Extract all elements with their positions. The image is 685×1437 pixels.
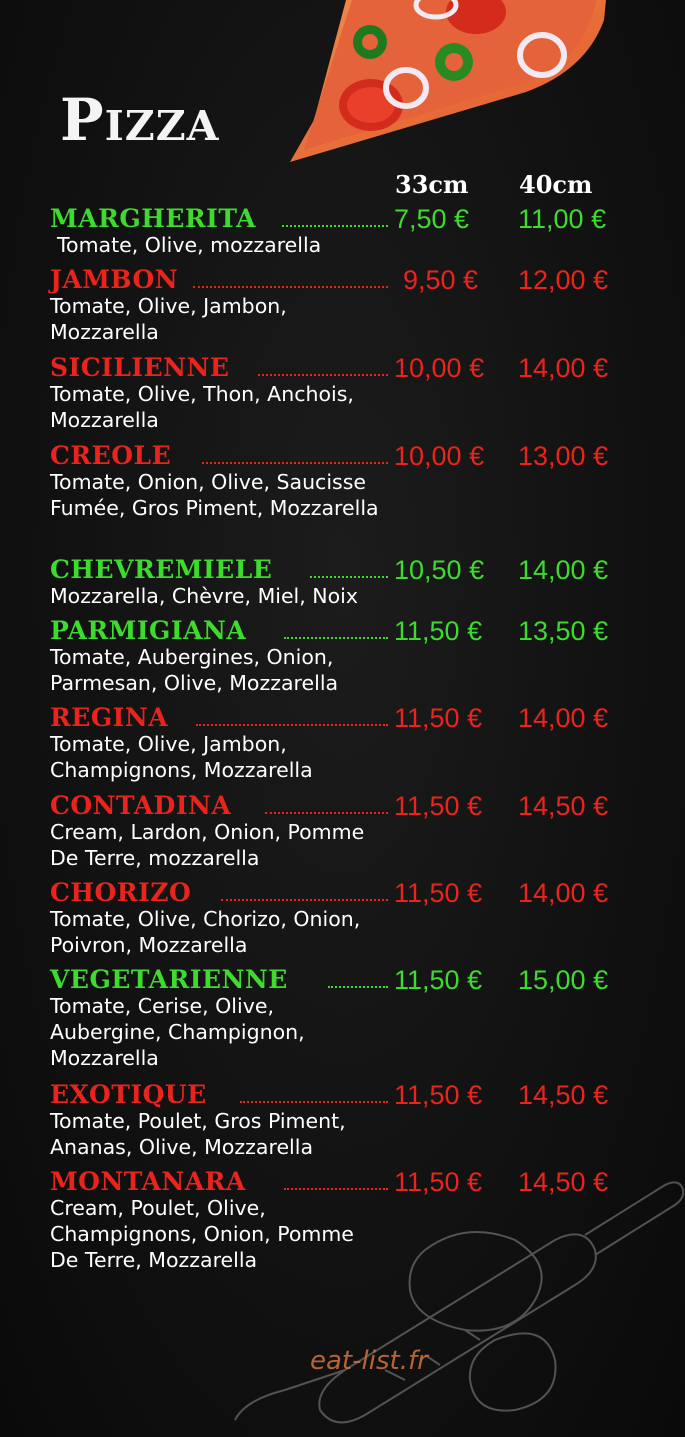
item-name: EXOTIQUE [50,1080,207,1109]
item-description: Cream, Poulet, Olive, Champignons, Onion… [50,1196,354,1272]
price-33cm: 9,50 € [403,265,479,295]
menu-item-jambon: JAMBON 9,50 € 12,00 € Tomate, Olive, Jam… [50,262,670,345]
size-header-40cm: 40cm [519,170,593,199]
item-name: VEGETARIENNE [50,965,288,994]
price-40cm: 11,00 € [518,204,607,234]
item-name: REGINA [50,703,169,732]
price-40cm: 12,00 € [518,265,609,295]
dot-leader [265,802,388,814]
price-40cm: 14,50 € [518,791,609,821]
menu-item-chevremiele: CHEVREMIELE 10,50 € 14,00 € Mozzarella, … [50,552,670,609]
price-33cm: 11,50 € [394,1167,483,1197]
menu-item-regina: REGINA 11,50 € 14,00 € Tomate, Olive, Ja… [50,700,670,783]
menu-page: Pizza 33cm 40cm MARGHERITA 7,50 € 11,00 … [0,0,685,1437]
item-description: Tomate, Olive, Chorizo, Onion, Poivron, … [50,907,361,957]
dot-leader [310,566,388,578]
item-name: JAMBON [50,265,179,294]
price-33cm: 11,50 € [394,965,483,995]
dot-leader [196,714,388,726]
menu-item-chorizo: CHORIZO 11,50 € 14,00 € Tomate, Olive, C… [50,875,670,958]
menu-item-margherita: MARGHERITA 7,50 € 11,00 € Tomate, Olive,… [50,201,670,258]
price-33cm: 10,00 € [394,353,485,383]
price-40cm: 13,50 € [518,616,609,646]
menu-item-montanara: MONTANARA 11,50 € 14,50 € Cream, Poulet,… [50,1164,670,1273]
dot-leader [221,889,388,901]
dot-leader [282,215,388,227]
menu-item-creole: CREOLE 10,00 € 13,00 € Tomate, Onion, Ol… [50,438,670,521]
price-33cm: 10,50 € [394,555,485,585]
dot-leader [284,1178,388,1190]
item-name: CREOLE [50,441,172,470]
price-33cm: 11,50 € [394,878,483,908]
menu-item-parmigiana: PARMIGIANA 11,50 € 13,50 € Tomate, Auber… [50,613,670,696]
watermark: eat-list.fr [310,1346,428,1376]
item-name: PARMIGIANA [50,616,247,645]
item-description: Tomate, Olive, Jambon, Mozzarella [50,294,287,344]
pizza-slice-icon [290,0,606,162]
price-33cm: 11,50 € [394,616,483,646]
dot-leader [328,976,388,988]
item-name: CONTADINA [50,791,232,820]
menu-item-vegetarienne: VEGETARIENNE 11,50 € 15,00 € Tomate, Cer… [50,962,670,1071]
dot-leader [240,1091,388,1103]
price-40cm: 14,50 € [518,1080,609,1110]
price-40cm: 14,00 € [518,878,609,908]
price-40cm: 14,50 € [518,1167,609,1197]
price-40cm: 14,00 € [518,353,609,383]
item-name: CHORIZO [50,878,192,907]
price-33cm: 11,50 € [394,791,483,821]
price-33cm: 11,50 € [394,1080,483,1110]
price-40cm: 15,00 € [518,965,609,995]
menu-item-sicilienne: SICILIENNE 10,00 € 14,00 € Tomate, Olive… [50,350,670,433]
dot-leader [193,276,388,288]
price-33cm: 10,00 € [394,441,485,471]
item-description: Tomate, Olive, Jambon, Champignons, Mozz… [50,732,313,782]
menu-item-exotique: EXOTIQUE 11,50 € 14,50 € Tomate, Poulet,… [50,1077,670,1160]
item-description: Tomate, Aubergines, Onion, Parmesan, Oli… [50,645,339,695]
item-description: Tomate, Onion, Olive, Saucisse Fumée, Gr… [50,470,379,520]
menu-item-contadina: CONTADINA 11,50 € 14,50 € Cream, Lardon,… [50,788,670,871]
dot-leader [202,452,388,464]
item-description: Tomate, Olive, Thon, Anchois, Mozzarella [50,382,354,432]
page-title: Pizza [60,86,220,154]
item-description: Tomate, Cerise, Olive, Aubergine, Champi… [50,994,305,1070]
dot-leader [258,364,388,376]
item-name: MONTANARA [50,1167,246,1196]
item-description: Tomate, Poulet, Gros Piment, Ananas, Oli… [50,1109,346,1159]
price-40cm: 14,00 € [518,703,609,733]
item-description: Cream, Lardon, Onion, Pomme De Terre, mo… [50,820,365,870]
dot-leader [284,627,388,639]
item-name: SICILIENNE [50,353,230,382]
item-name: CHEVREMIELE [50,555,273,584]
item-name: MARGHERITA [50,204,256,233]
price-33cm: 11,50 € [394,703,483,733]
price-40cm: 13,00 € [518,441,609,471]
price-33cm: 7,50 € [394,204,470,234]
size-header-33cm: 33cm [395,170,469,199]
price-40cm: 14,00 € [518,555,609,585]
